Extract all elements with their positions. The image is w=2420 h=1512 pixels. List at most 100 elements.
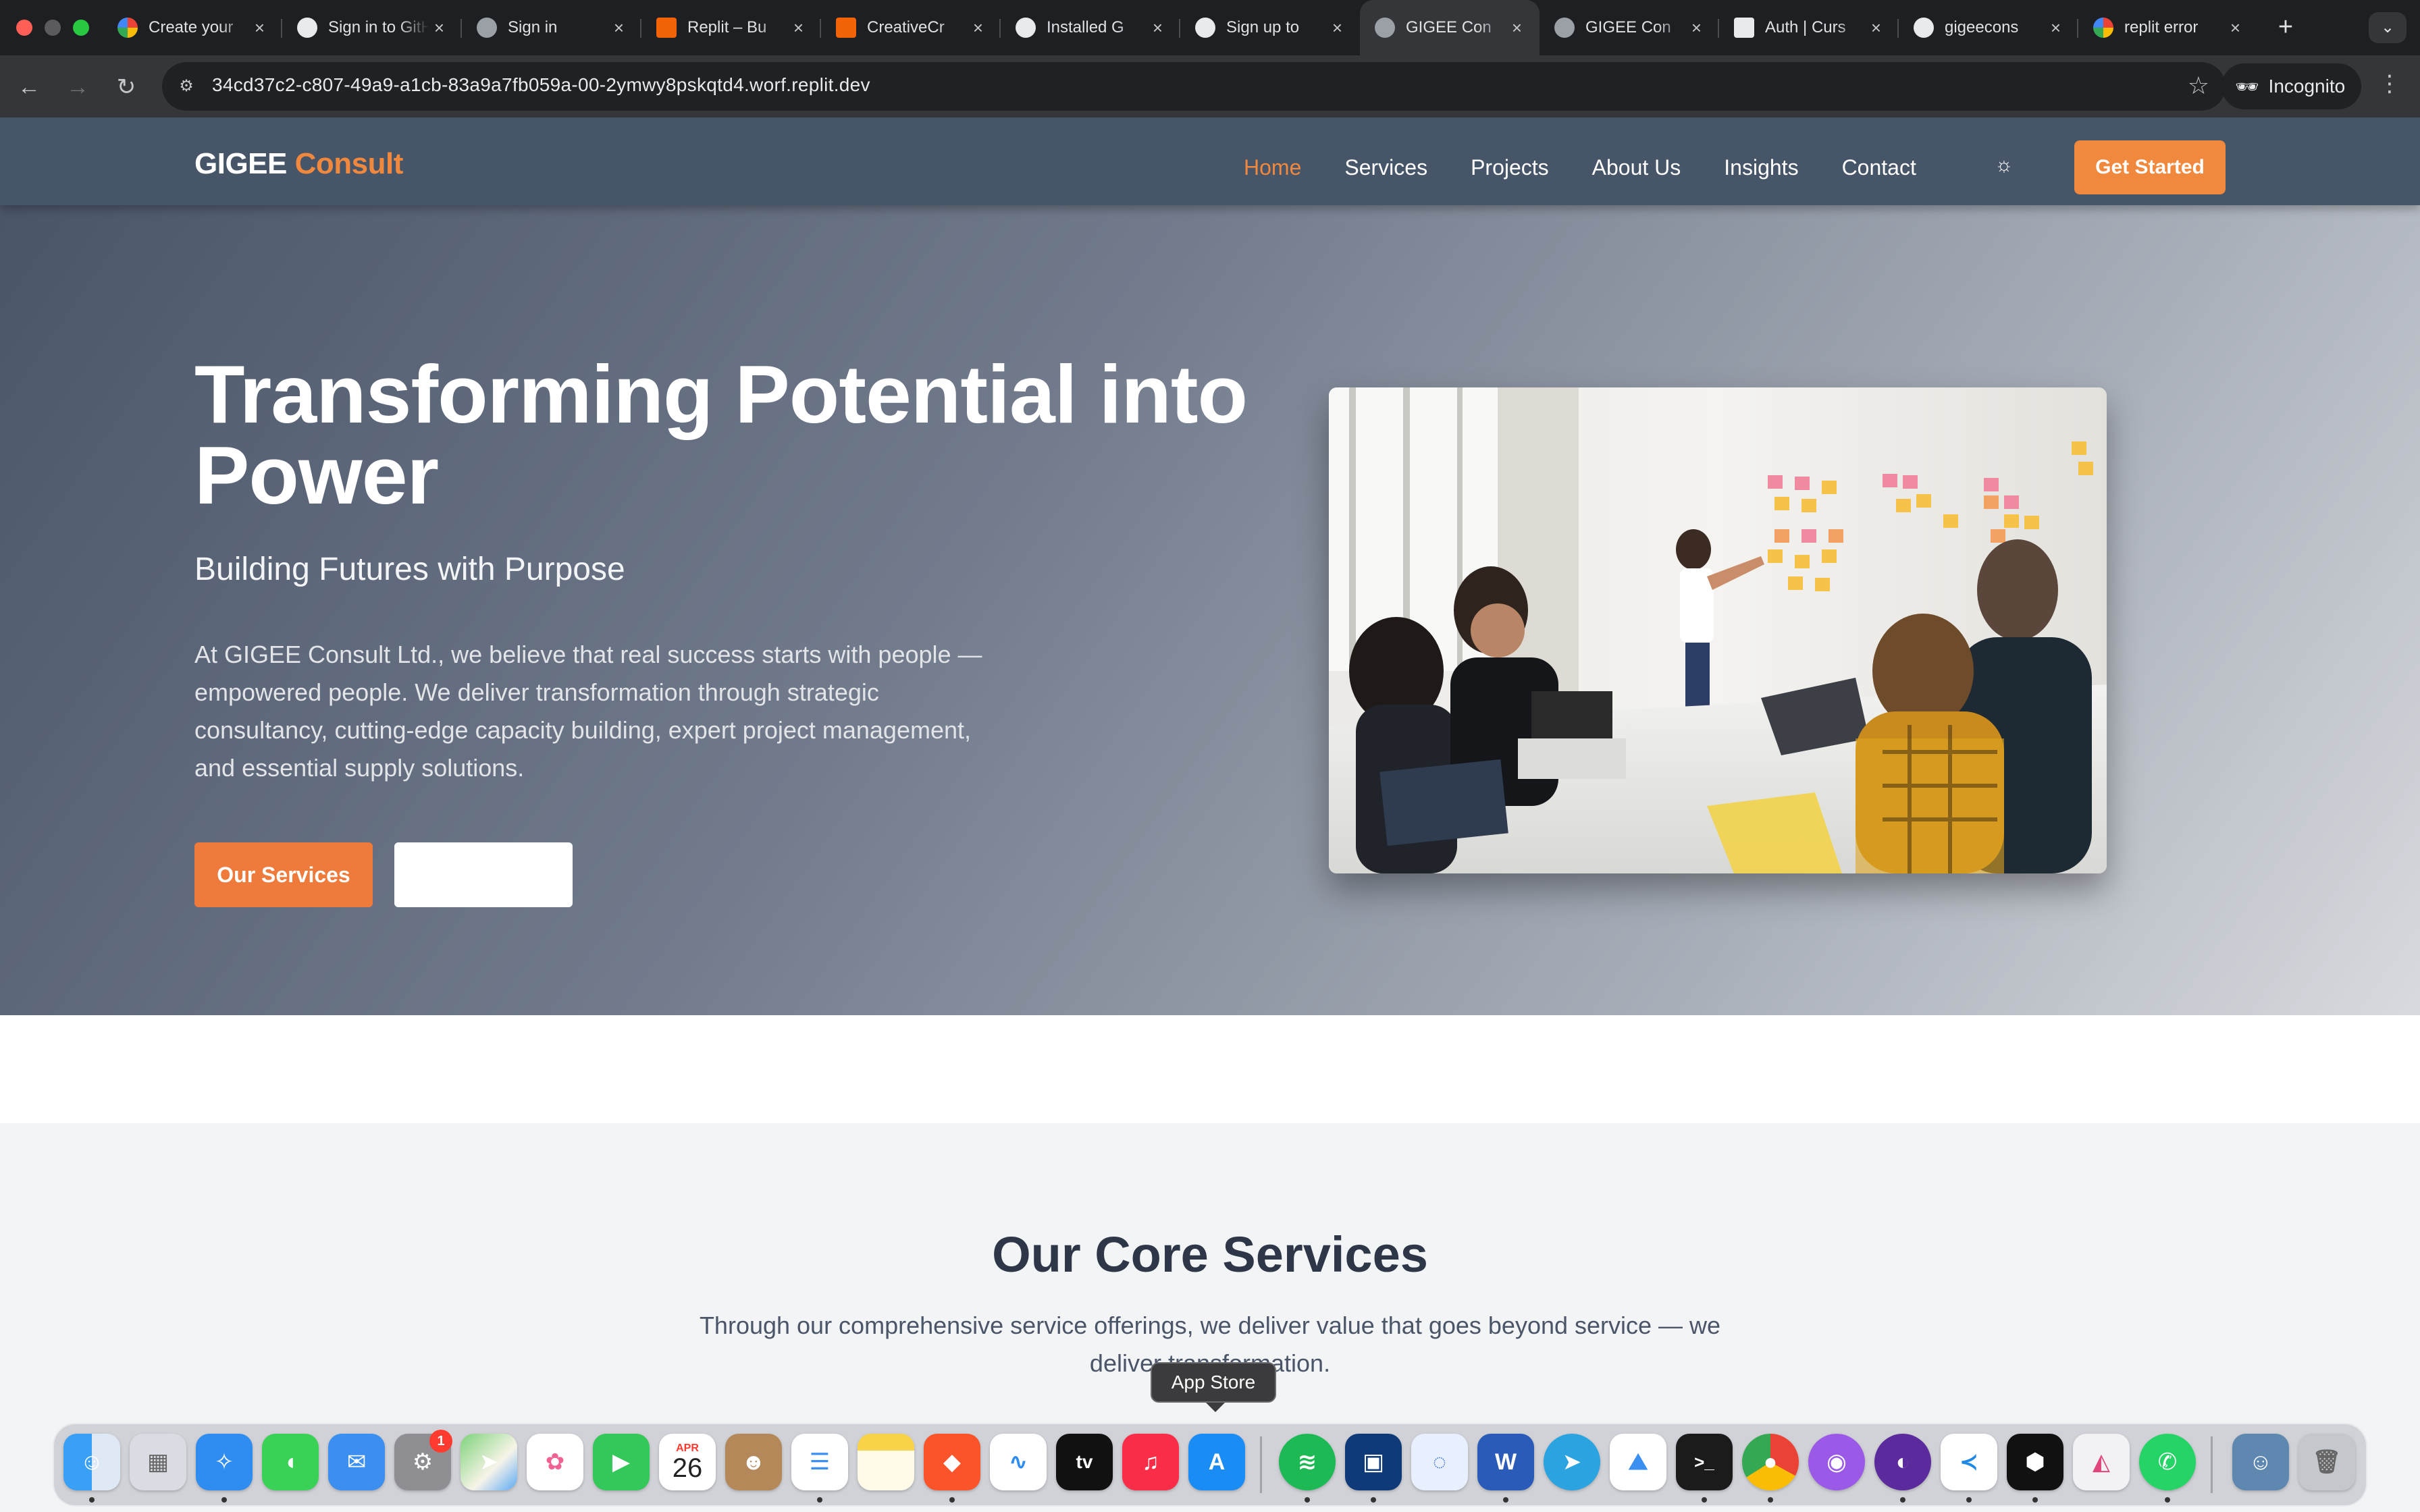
close-tab-icon[interactable]: × — [793, 18, 804, 38]
trash-icon[interactable]: 🗑 — [2298, 1434, 2355, 1490]
tor-icon[interactable]: ◐ — [1874, 1434, 1931, 1490]
github-icon — [297, 18, 317, 38]
whatsapp-icon[interactable]: ✆ — [2139, 1434, 2196, 1490]
apple-tv-icon[interactable]: tv — [1056, 1434, 1113, 1490]
browser-tab[interactable]: GIGEE Con × — [1540, 0, 1719, 55]
tab-title: CreativeCr — [867, 18, 945, 36]
our-services-button[interactable]: Our Services — [194, 842, 373, 907]
chrome-icon[interactable]: ● — [1742, 1434, 1799, 1490]
logo-main: GIGEE — [194, 147, 287, 180]
replit-icon — [836, 18, 856, 38]
telegram-icon[interactable]: ➤ — [1544, 1434, 1600, 1490]
launchpad-icon[interactable]: ▦ — [130, 1434, 186, 1490]
browser-tab[interactable]: CreativeCr × — [821, 0, 1001, 55]
tab-title: Auth | Curs — [1765, 18, 1846, 36]
notes-icon[interactable] — [858, 1434, 914, 1490]
contacts-icon[interactable]: ☻ — [725, 1434, 782, 1490]
close-tab-icon[interactable]: × — [614, 18, 624, 38]
running-indicator — [2032, 1497, 2038, 1503]
browser-tab[interactable]: replit error × — [2078, 0, 2258, 55]
running-indicator — [1503, 1497, 1508, 1503]
affinity-icon[interactable]: ◭ — [2073, 1434, 2130, 1490]
back-button[interactable]: ← — [14, 72, 45, 103]
nav-home[interactable]: Home — [1244, 155, 1301, 180]
close-tab-icon[interactable]: × — [255, 18, 265, 38]
maps-icon[interactable]: ➤ — [461, 1434, 517, 1490]
terminal-icon[interactable]: >_ — [1676, 1434, 1733, 1490]
user-folder-icon[interactable]: ☺ — [2232, 1434, 2289, 1490]
proton-icon[interactable]: ◌ — [1411, 1434, 1468, 1490]
new-tab-button[interactable]: + — [2270, 12, 2301, 43]
macos-app-icon[interactable]: ⛰ — [1610, 1434, 1666, 1490]
close-window-button[interactable] — [16, 20, 32, 36]
close-tab-icon[interactable]: × — [1512, 18, 1522, 38]
nav-services[interactable]: Services — [1344, 155, 1427, 180]
close-tab-icon[interactable]: × — [1332, 18, 1342, 38]
zoom-window-button[interactable] — [73, 20, 89, 36]
running-indicator — [1966, 1497, 1972, 1503]
close-tab-icon[interactable]: × — [2051, 18, 2061, 38]
app-store-icon[interactable]: A — [1188, 1434, 1245, 1490]
browser-tab[interactable]: Sign in × — [462, 0, 641, 55]
nav-about-us[interactable]: About Us — [1592, 155, 1681, 180]
close-tab-icon[interactable]: × — [2230, 18, 2240, 38]
tab-title: Installed G — [1047, 18, 1124, 36]
browser-tab[interactable]: gigeecons × — [1899, 0, 2078, 55]
github-icon — [1016, 18, 1036, 38]
tab-search-button[interactable]: ⌄ — [2369, 12, 2406, 43]
browser-tab-active[interactable]: GIGEE Con × — [1360, 0, 1540, 55]
music-icon[interactable]: ♫ — [1122, 1434, 1179, 1490]
safari-icon[interactable]: ✧ — [196, 1434, 253, 1490]
mail-icon[interactable]: ✉ — [328, 1434, 385, 1490]
site-logo[interactable]: GIGEE Consult — [194, 147, 403, 181]
messages-icon[interactable]: ◖ — [262, 1434, 319, 1490]
close-tab-icon[interactable]: × — [1871, 18, 1881, 38]
secondary-hero-button[interactable] — [394, 842, 573, 907]
browser-tab[interactable]: Create your × — [103, 0, 282, 55]
get-started-button[interactable]: Get Started — [2074, 140, 2226, 194]
podcasts-icon[interactable]: ◉ — [1808, 1434, 1865, 1490]
calendar-icon[interactable]: APR 26 — [659, 1434, 716, 1490]
running-indicator — [1768, 1497, 1773, 1503]
dock-separator — [1260, 1436, 1262, 1493]
finder-icon[interactable]: ☺ — [63, 1434, 120, 1490]
github-icon — [1914, 18, 1934, 38]
macos-dock: ☺ ▦ ✧ ◖ ✉ ⚙ 1 ➤ ✿ ▶ APR 26 ☻ ☰ ◆ ∿ tv ♫ … — [53, 1423, 2367, 1507]
nav-contact[interactable]: Contact — [1842, 155, 1916, 180]
replit-icon — [656, 18, 677, 38]
close-tab-icon[interactable]: × — [1691, 18, 1702, 38]
reminders-icon[interactable]: ☰ — [791, 1434, 848, 1490]
sun-icon[interactable]: ☼ — [1995, 154, 2014, 177]
photos-icon[interactable]: ✿ — [527, 1434, 583, 1490]
browser-tab[interactable]: Replit – Bu × — [641, 0, 821, 55]
reload-button[interactable]: ↻ — [111, 72, 142, 103]
site-info-icon[interactable]: ⚙ — [174, 74, 199, 99]
hero-subtitle: Building Futures with Purpose — [194, 551, 625, 587]
minimize-window-button[interactable] — [45, 20, 61, 36]
browser-menu-icon[interactable]: ⋮ — [2378, 70, 2401, 97]
word-alt-icon[interactable]: ▣ — [1345, 1434, 1402, 1490]
brave-icon[interactable]: ◆ — [924, 1434, 980, 1490]
microsoft-word-icon[interactable]: W — [1477, 1434, 1534, 1490]
bookmark-star-icon[interactable]: ☆ — [2188, 72, 2209, 100]
nav-insights[interactable]: Insights — [1724, 155, 1798, 180]
browser-tab[interactable]: Installed G × — [1001, 0, 1180, 55]
incognito-indicator[interactable]: 🕶 Incognito — [2221, 63, 2362, 109]
nav-projects[interactable]: Projects — [1471, 155, 1549, 180]
hero-team-meeting-image — [1329, 387, 2107, 873]
cursor-icon[interactable]: ⬢ — [2007, 1434, 2063, 1490]
vscode-icon[interactable]: ≺ — [1941, 1434, 1997, 1490]
freeform-icon[interactable]: ∿ — [990, 1434, 1047, 1490]
spotify-icon[interactable]: ≋ — [1279, 1434, 1336, 1490]
running-indicator — [1702, 1497, 1707, 1503]
close-tab-icon[interactable]: × — [1153, 18, 1163, 38]
facetime-icon[interactable]: ▶ — [593, 1434, 650, 1490]
close-tab-icon[interactable]: × — [434, 18, 444, 38]
forward-button[interactable]: → — [62, 72, 93, 103]
browser-tab[interactable]: Sign up to × — [1180, 0, 1360, 55]
globe-icon — [1375, 18, 1395, 38]
close-tab-icon[interactable]: × — [973, 18, 983, 38]
browser-tab[interactable]: Auth | Curs × — [1719, 0, 1899, 55]
browser-tab[interactable]: Sign in to GitHub × — [282, 0, 462, 55]
address-bar[interactable]: ⚙ 34cd37c2-c807-49a9-a1cb-83a9a7fb059a-0… — [162, 62, 2226, 111]
